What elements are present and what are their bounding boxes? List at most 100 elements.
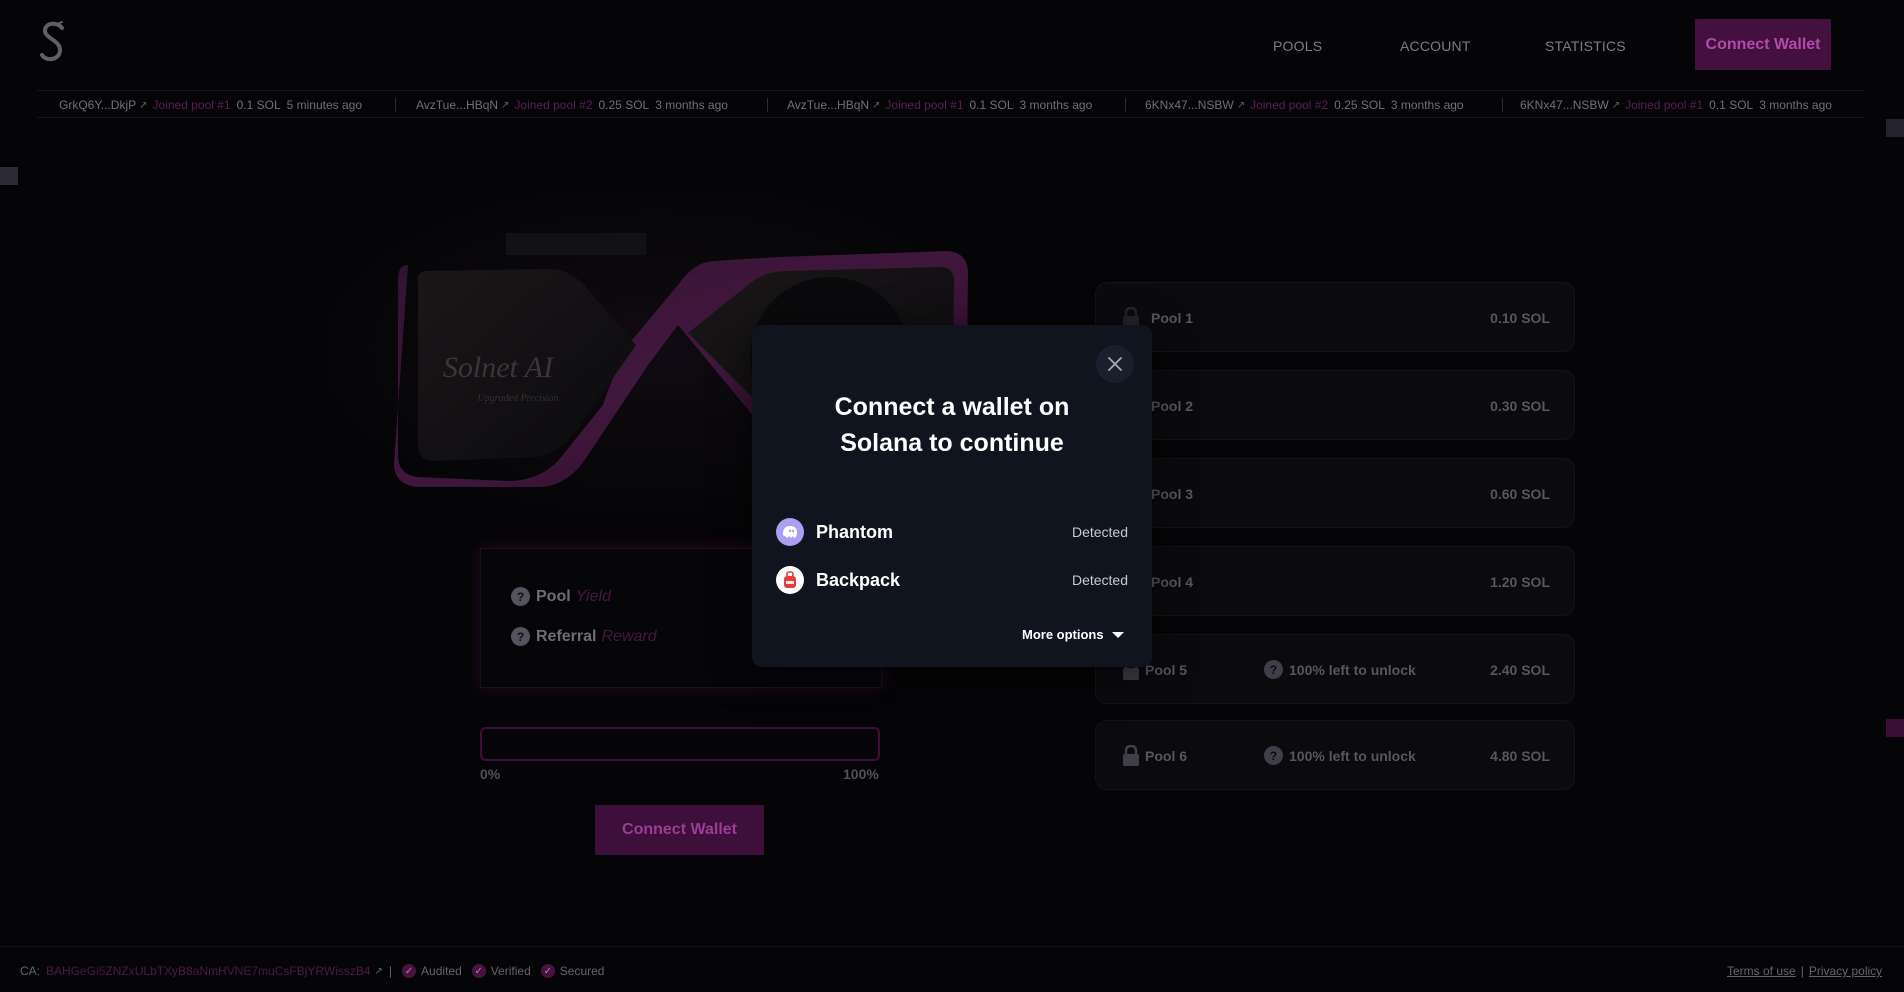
help-icon[interactable]: ? (1264, 746, 1283, 765)
pool-yield-row: ? Pool Yield (511, 587, 611, 606)
help-icon[interactable]: ? (511, 627, 530, 646)
ticker-time: 5 minutes ago (286, 98, 363, 112)
gpu-brand: Solnet AI (443, 351, 555, 384)
gpu-tagline: Upgraded Precision (477, 393, 558, 404)
legal-links: Terms of use | Privacy policy (1727, 964, 1882, 978)
pool-name: Pool 2 (1151, 398, 1194, 414)
ticker-divider (395, 98, 396, 112)
lock-icon (1123, 745, 1139, 766)
wallet-status: Detected (1071, 524, 1128, 540)
unlock-status: ? 100% left to unlock (1264, 746, 1416, 765)
pool-card[interactable]: Pool 6 ? 100% left to unlock 4.80 SOL (1095, 720, 1575, 790)
ticker-amount: 0.25 SOL (1334, 98, 1385, 112)
pool-name: Pool 4 (1151, 574, 1194, 590)
progress-min-label: 0% (480, 766, 501, 782)
pool-card[interactable]: Pool 4 1.20 SOL (1095, 546, 1575, 616)
ticker-action: Joined pool #1 (885, 98, 964, 112)
ticker-address[interactable]: 6KNx47...NSBW (1520, 98, 1609, 112)
ticker-amount: 0.1 SOL (969, 98, 1014, 112)
pool-value: 0.30 SOL (1490, 398, 1550, 414)
pool-value: 2.40 SOL (1490, 662, 1550, 678)
ticker-item: AvzTue...HBqN ↗ Joined pool #1 0.1 SOL 3… (787, 97, 1092, 113)
external-link-icon[interactable]: ↗ (501, 100, 509, 111)
connect-wallet-button-header[interactable]: Connect Wallet (1695, 19, 1831, 70)
ticker-amount: 0.1 SOL (1709, 98, 1754, 112)
ticker-address[interactable]: AvzTue...HBqN (787, 98, 869, 112)
privacy-link[interactable]: Privacy policy (1809, 964, 1882, 978)
footer: CA: BAHGeGi5ZNZxULbTXyB8aNmHVNE7muCsFBjY… (0, 946, 1904, 992)
modal-title: Connect a wallet on Solana to continue (834, 393, 1070, 457)
side-marker (1886, 119, 1904, 137)
ca-label: CA: (20, 964, 41, 978)
ticker-time: 3 months ago (1390, 98, 1464, 112)
progress-bar (480, 727, 880, 761)
pool-value: 0.60 SOL (1490, 486, 1550, 502)
ticker-address[interactable]: AvzTue...HBqN (416, 98, 498, 112)
side-marker (0, 167, 18, 185)
ticker-time: 3 months ago (655, 98, 728, 112)
pool-card[interactable]: Pool 1 0.10 SOL (1095, 282, 1575, 352)
close-button[interactable] (1096, 345, 1134, 383)
wallet-status: Detected (1071, 572, 1128, 588)
ticker-address[interactable]: 6KNx47...NSBW (1145, 98, 1234, 112)
badge-audited: Audited (421, 964, 462, 978)
ticker-item: GrkQ6Y...DkjP ↗ Joined pool #1 0.1 SOL 5… (59, 97, 362, 113)
close-icon (1108, 357, 1122, 371)
ticker-action: Joined pool #2 (1250, 98, 1329, 112)
contract-info: CA: BAHGeGi5ZNZxULbTXyB8aNmHVNE7muCsFBjY… (20, 964, 604, 978)
pool-value: 1.20 SOL (1490, 574, 1550, 590)
ticker-divider (1125, 98, 1126, 112)
pool-name: Pool 3 (1151, 486, 1194, 502)
wallet-name: Phantom (816, 521, 894, 542)
ticker-time: 3 months ago (1019, 98, 1093, 112)
footer-separator: | (388, 964, 393, 978)
connect-wallet-modal: Connect a wallet on Solana to continue P… (752, 325, 1152, 667)
unlock-status: ? 100% left to unlock (1264, 660, 1416, 679)
pool-card[interactable]: Pool 3 0.60 SOL (1095, 458, 1575, 528)
pool-card[interactable]: Pool 2 0.30 SOL (1095, 370, 1575, 440)
ticker-item: 6KNx47...NSBW ↗ Joined pool #2 0.25 SOL … (1145, 97, 1464, 113)
phantom-icon (776, 518, 804, 546)
nav-pools[interactable]: POOLS (1273, 38, 1322, 54)
badge-secured: Secured (559, 964, 605, 978)
pool-value: 4.80 SOL (1490, 748, 1550, 764)
ticker-action: Joined pool #1 (152, 98, 231, 112)
wallet-option-backpack[interactable]: Backpack Detected (768, 558, 1136, 602)
ticker-amount: 0.25 SOL (598, 98, 650, 112)
pool-name: Pool 5 (1145, 662, 1188, 678)
more-options-toggle[interactable]: More options (1022, 627, 1124, 642)
site-logo[interactable] (38, 18, 68, 66)
side-marker (1886, 719, 1904, 737)
chevron-down-icon (1111, 631, 1124, 638)
more-options-label: More options (1022, 627, 1104, 642)
ticker-item: AvzTue...HBqN ↗ Joined pool #2 0.25 SOL … (416, 97, 728, 113)
external-link-icon[interactable]: ↗ (872, 100, 880, 111)
contract-address[interactable]: BAHGeGi5ZNZxULbTXyB8aNmHVNE7muCsFBjYRWis… (46, 964, 371, 978)
nav-statistics[interactable]: STATISTICS (1545, 38, 1626, 54)
pool-card[interactable]: Pool 5 ? 100% left to unlock 2.40 SOL (1095, 634, 1575, 704)
nav-account[interactable]: ACCOUNT (1400, 38, 1471, 54)
help-icon[interactable]: ? (511, 587, 530, 606)
wallet-option-phantom[interactable]: Phantom Detected (768, 510, 1136, 554)
ticker-action: Joined pool #2 (514, 98, 593, 112)
external-link-icon[interactable]: ↗ (1612, 100, 1620, 111)
external-link-icon[interactable]: ↗ (375, 966, 383, 977)
help-icon[interactable]: ? (1264, 660, 1283, 679)
referral-accent: Reward (601, 627, 657, 645)
pool-accent: Yield (575, 587, 611, 605)
ticker-address[interactable]: GrkQ6Y...DkjP (59, 98, 136, 112)
unlock-text: 100% left to unlock (1289, 747, 1416, 764)
pool-name: Pool 6 (1145, 748, 1188, 764)
external-link-icon[interactable]: ↗ (139, 100, 147, 111)
referral-label: Referral (536, 627, 597, 645)
ticker-divider (767, 98, 768, 112)
pool-name: Pool 1 (1151, 310, 1194, 326)
external-link-icon[interactable]: ↗ (1237, 100, 1245, 111)
terms-link[interactable]: Terms of use (1727, 964, 1796, 978)
check-icon: ✓ (402, 964, 417, 978)
connect-wallet-button[interactable]: Connect Wallet (595, 805, 764, 855)
pool-label: Pool (536, 587, 571, 605)
check-icon: ✓ (540, 964, 555, 978)
ticker-action: Joined pool #1 (1625, 98, 1704, 112)
progress-max-label: 100% (843, 766, 879, 782)
